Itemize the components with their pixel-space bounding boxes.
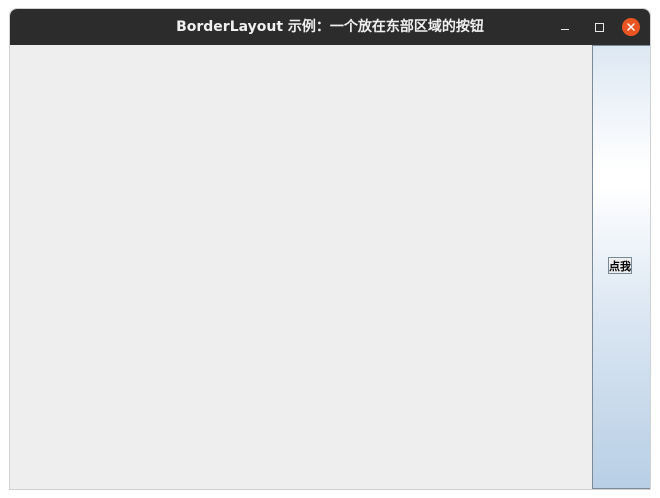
window-title: BorderLayout 示例：一个放在东部区域的按钮 [176, 19, 484, 35]
maximize-icon [595, 23, 604, 32]
minimize-button[interactable] [556, 18, 574, 36]
close-icon [627, 23, 635, 31]
east-region[interactable]: 点我 [592, 45, 650, 489]
title-bar[interactable]: BorderLayout 示例：一个放在东部区域的按钮 [10, 9, 650, 45]
click-me-button[interactable]: 点我 [608, 257, 632, 274]
maximize-button[interactable] [590, 18, 608, 36]
close-button[interactable] [622, 18, 640, 36]
minimize-icon [561, 29, 569, 30]
content-pane: 点我 [10, 45, 650, 489]
app-window: BorderLayout 示例：一个放在东部区域的按钮 点我 [10, 9, 650, 489]
